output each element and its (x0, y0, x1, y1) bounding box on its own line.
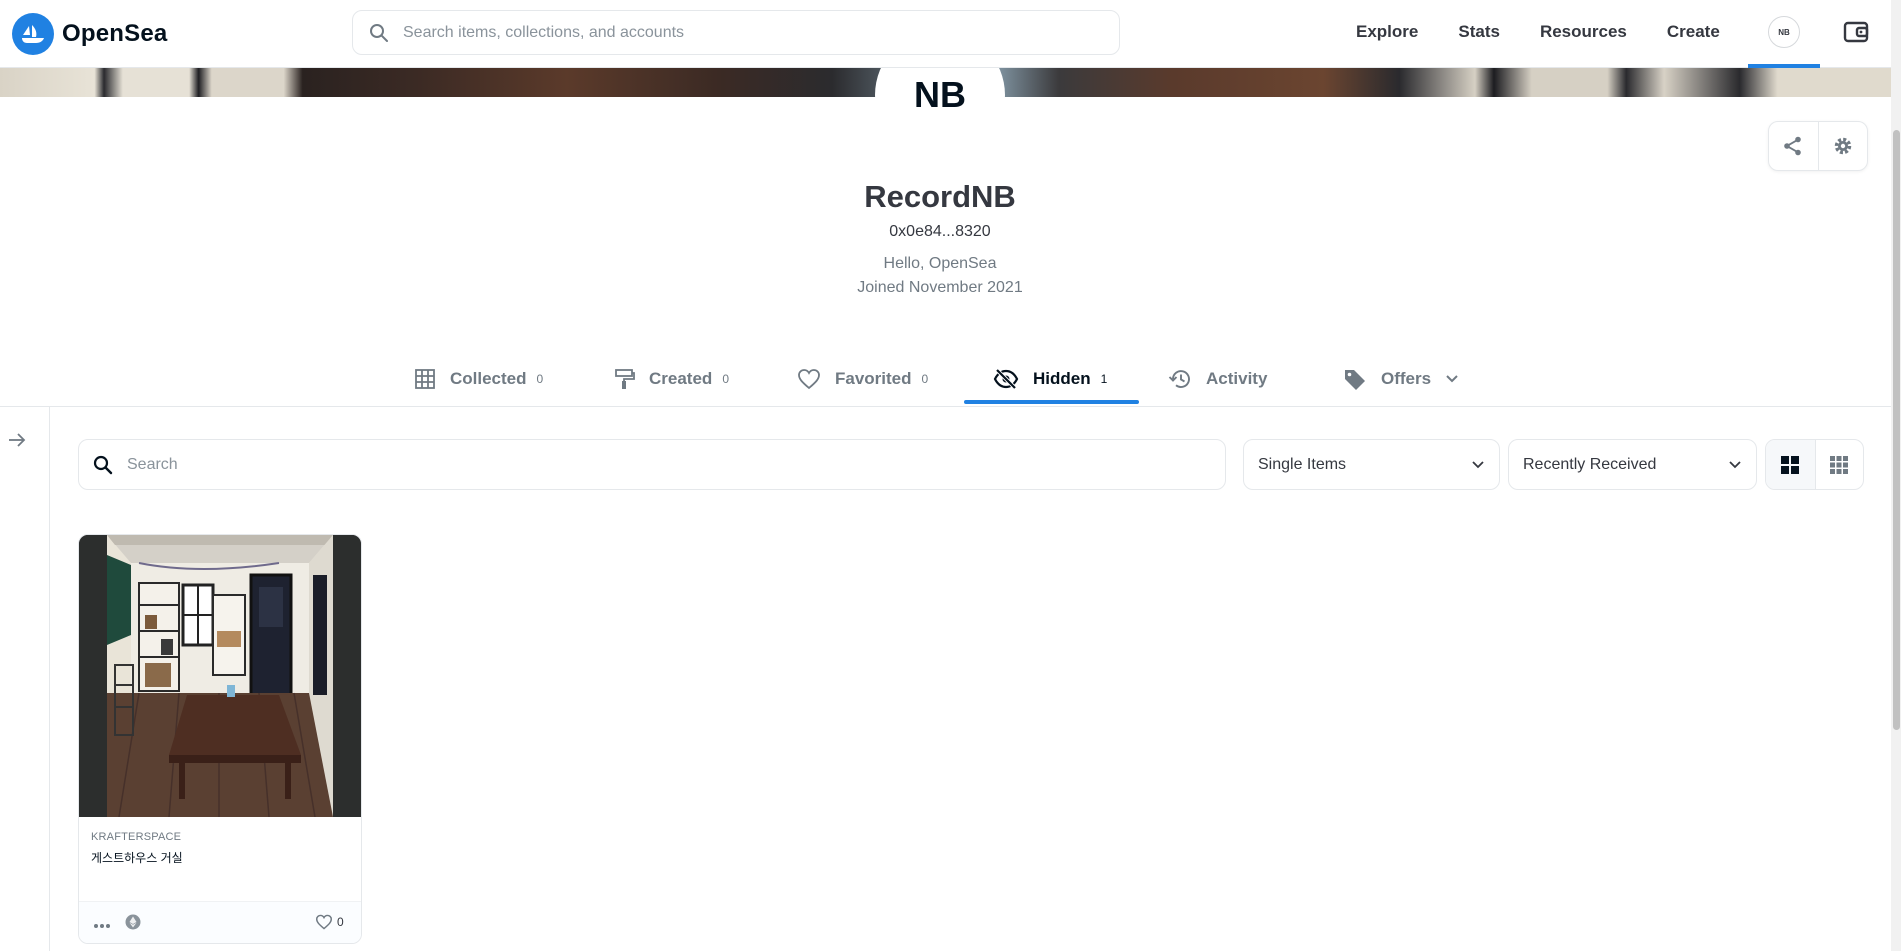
search-icon (93, 455, 113, 474)
ethereum-chain-badge (125, 914, 141, 935)
page-scrollbar[interactable] (1891, 0, 1901, 951)
joined-date: Joined November 2021 (857, 279, 1023, 296)
tab-count: 0 (536, 371, 544, 386)
global-search-placeholder: Search items, collections, and accounts (403, 23, 685, 41)
chevron-down-icon (1472, 460, 1484, 468)
nav-link-stats[interactable]: Stats (1458, 22, 1500, 42)
arrow-right-icon (9, 433, 26, 447)
sort-select[interactable]: Recently Received (1508, 439, 1757, 490)
profile-name: RecordNB (864, 179, 1016, 214)
nft-info: KRAFTERSPACE 게스트하우스 거실 (91, 831, 183, 866)
eye-off-icon (993, 368, 1019, 389)
profile-menu-button[interactable]: NB (1748, 0, 1820, 68)
chevron-down-icon (1729, 460, 1741, 468)
tab-label: Hidden (1033, 368, 1091, 388)
filter-sidebar (0, 407, 50, 951)
search-icon (370, 23, 388, 42)
heart-icon (798, 368, 820, 389)
nft-card-footer: 0 (79, 901, 361, 943)
settings-button[interactable] (1817, 122, 1867, 170)
wallet-icon (1843, 21, 1869, 43)
tab-count: 1 (1100, 371, 1108, 386)
items-search-placeholder: Search (127, 455, 178, 473)
favorite-count: 0 (337, 915, 344, 929)
more-horizontal-icon (94, 924, 110, 928)
tab-offers[interactable]: Offers (1343, 350, 1459, 407)
small-grid-icon (1830, 455, 1849, 474)
paintbrush-icon (615, 368, 635, 389)
item-type-select[interactable]: Single Items (1243, 439, 1500, 490)
nft-collection-name[interactable]: KRAFTERSPACE (91, 831, 183, 843)
more-options-button[interactable] (93, 916, 111, 934)
tab-label: Favorited (835, 368, 912, 388)
tab-created[interactable]: Created 0 (613, 350, 729, 407)
share-button[interactable] (1769, 122, 1818, 170)
large-grid-button[interactable] (1766, 440, 1815, 489)
scrollbar-thumb[interactable] (1893, 130, 1900, 730)
global-search-input[interactable]: Search items, collections, and accounts (352, 10, 1120, 55)
nav-link-explore[interactable]: Explore (1356, 22, 1418, 42)
nav-link-resources[interactable]: Resources (1540, 22, 1627, 42)
nav-link-create[interactable]: Create (1667, 22, 1720, 42)
nav-links: Explore Stats Resources Create (1356, 0, 1760, 64)
tab-count: 0 (722, 371, 729, 386)
heart-icon (315, 914, 333, 930)
tab-favorited[interactable]: Favorited 0 (797, 350, 928, 407)
share-icon (1784, 136, 1802, 156)
grid-size-toggle (1765, 439, 1864, 490)
expand-filters-button[interactable] (6, 429, 28, 456)
tag-icon (1345, 369, 1365, 390)
gear-icon (1834, 137, 1852, 155)
brand-name: OpenSea (62, 19, 168, 47)
nft-title[interactable]: 게스트하우스 거실 (91, 849, 183, 866)
sort-value: Recently Received (1523, 455, 1657, 473)
tab-label: Offers (1381, 368, 1432, 388)
tab-label: Collected (450, 368, 527, 388)
item-type-value: Single Items (1258, 455, 1347, 473)
profile-actions (1768, 121, 1868, 171)
tab-activity[interactable]: Activity (1168, 350, 1267, 407)
nft-image[interactable] (79, 535, 361, 818)
grid-icon (415, 368, 435, 389)
opensea-logo[interactable]: OpenSea (12, 12, 168, 55)
avatar: NB (1768, 16, 1800, 48)
active-tab-indicator (964, 400, 1139, 404)
wallet-address[interactable]: 0x0e84...8320 (0, 221, 1880, 243)
favorite-button[interactable]: 0 (315, 914, 344, 930)
ethereum-icon (125, 914, 141, 930)
items-search-input[interactable]: Search (78, 439, 1226, 490)
chevron-down-icon (1446, 374, 1458, 382)
wallet-button[interactable] (1842, 18, 1870, 51)
nft-card[interactable]: KRAFTERSPACE 게스트하우스 거실 0 (78, 534, 362, 944)
top-navigation: OpenSea Search items, collections, and a… (0, 0, 1891, 68)
tab-label: Activity (1206, 368, 1268, 388)
opensea-logo-icon (12, 12, 54, 55)
profile-info: RecordNB 0x0e84...8320 Hello, OpenSea Jo… (0, 175, 1880, 299)
tab-label: Created (649, 368, 713, 388)
tab-hidden[interactable]: Hidden 1 (993, 350, 1107, 407)
tab-collected[interactable]: Collected 0 (414, 350, 543, 407)
profile-bio: Hello, OpenSea (883, 255, 997, 272)
small-grid-button[interactable] (1814, 440, 1864, 489)
history-icon (1168, 369, 1190, 388)
profile-tabs: Collected 0 Created 0 Favorited 0 Hidden… (0, 350, 1891, 407)
tab-count: 0 (921, 371, 929, 386)
large-grid-icon (1781, 455, 1800, 474)
